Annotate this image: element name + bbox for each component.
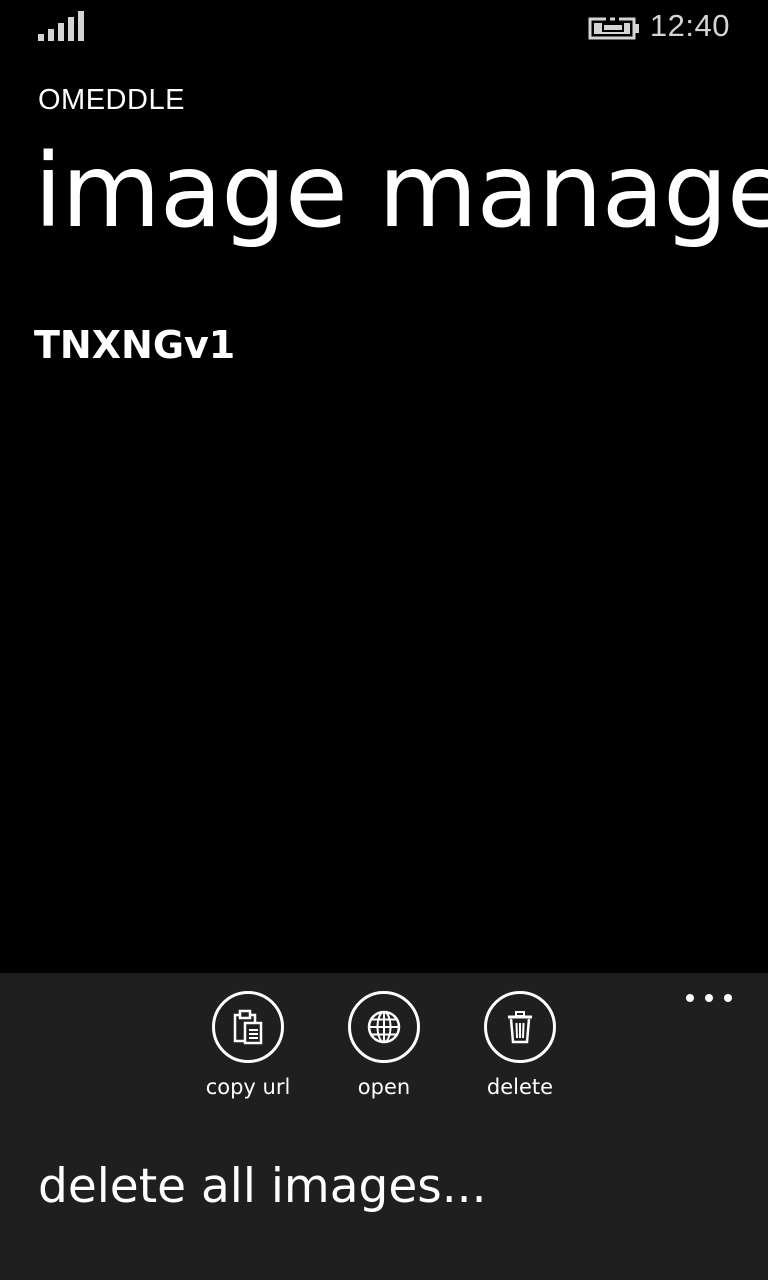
image-list-item[interactable]: TNXNGv1 <box>0 310 768 380</box>
globe-icon <box>348 991 420 1063</box>
clock: 12:40 <box>649 8 730 43</box>
status-bar: 12:40 <box>0 0 768 56</box>
app-title: OMEDDLE <box>38 84 185 116</box>
page-title: image manage <box>34 132 768 251</box>
image-list: TNXNGv1 <box>0 310 768 380</box>
delete-label: delete <box>486 1075 554 1099</box>
open-button[interactable]: open <box>345 991 423 1099</box>
battery-charging-icon <box>588 15 639 40</box>
app-bar: copy url open delete delete all images..… <box>0 973 768 1280</box>
open-label: open <box>357 1075 411 1099</box>
signal-strength-icon <box>38 11 84 41</box>
clipboard-icon <box>212 991 284 1063</box>
trash-icon <box>484 991 556 1063</box>
delete-all-images-menu-item[interactable]: delete all images... <box>38 1159 487 1214</box>
app-bar-buttons: copy url open delete <box>0 991 768 1099</box>
copy-url-button[interactable]: copy url <box>206 991 290 1099</box>
copy-url-label: copy url <box>205 1075 291 1099</box>
delete-button[interactable]: delete <box>481 991 559 1099</box>
